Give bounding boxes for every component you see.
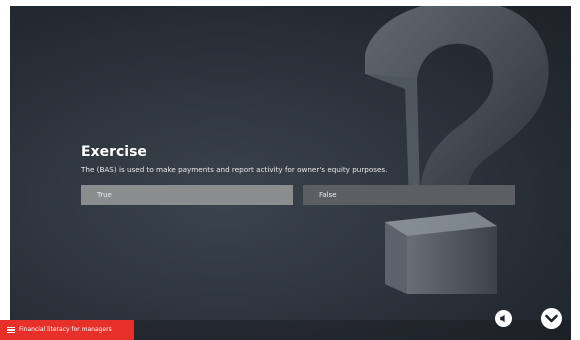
question-text: The (BAS) is used to make payments and r… (81, 165, 388, 174)
course-menu-label: Financial literacy for managers (19, 326, 112, 333)
slide-frame: Exercise The (BAS) is used to make payme… (10, 6, 571, 340)
course-menu-button[interactable]: Financial literacy for managers (0, 320, 134, 340)
chevron-down-icon (545, 314, 558, 323)
exercise-title: Exercise (81, 144, 147, 160)
speaker-icon (500, 314, 505, 323)
audio-button[interactable] (495, 310, 512, 327)
hamburger-menu-icon (7, 327, 15, 333)
answer-options: True False (81, 185, 515, 205)
option-false-button[interactable]: False (303, 185, 515, 205)
next-button[interactable] (541, 308, 562, 329)
exercise-panel: Exercise The (BAS) is used to make payme… (81, 143, 531, 205)
option-true-button[interactable]: True (81, 185, 293, 205)
